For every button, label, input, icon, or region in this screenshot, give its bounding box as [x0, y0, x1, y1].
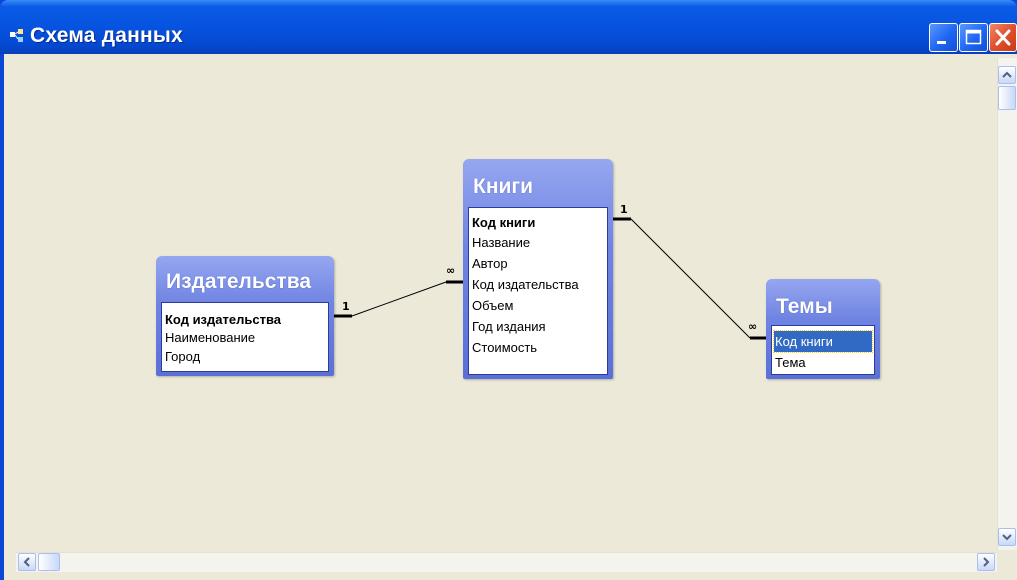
scroll-left-button[interactable] — [18, 553, 36, 571]
table-publishers[interactable]: Издательства Код издательства Наименован… — [156, 256, 334, 376]
field-item[interactable]: Код издательства — [471, 274, 605, 295]
field-item[interactable]: Объем — [471, 295, 605, 316]
chevron-left-icon — [23, 557, 30, 567]
scroll-right-button[interactable] — [977, 553, 995, 571]
table-themes[interactable]: Темы Код книги Тема — [766, 279, 880, 379]
scroll-up-button[interactable] — [998, 66, 1016, 84]
field-item[interactable]: Год издания — [471, 316, 605, 337]
table-title: Книги — [473, 175, 534, 198]
chevron-up-icon — [1002, 71, 1012, 78]
minimize-button[interactable] — [929, 23, 958, 52]
relationships-icon — [10, 29, 23, 42]
scroll-down-button[interactable] — [998, 528, 1016, 546]
table-books[interactable]: Книги Код книги Название Автор Код издат… — [463, 159, 613, 379]
vertical-scrollbar[interactable] — [997, 58, 1017, 550]
vertical-scroll-thumb[interactable] — [998, 86, 1016, 110]
chevron-down-icon — [1002, 534, 1012, 541]
field-item[interactable]: Код книги — [773, 330, 873, 353]
field-item[interactable]: Код книги — [471, 212, 605, 233]
field-item[interactable]: Тема — [774, 352, 872, 373]
maximize-icon — [965, 29, 982, 45]
close-button[interactable] — [989, 23, 1017, 52]
minimize-icon — [937, 41, 946, 44]
cardinality-many: ∞ — [446, 264, 456, 277]
field-item[interactable]: Автор — [471, 253, 605, 274]
close-icon — [995, 29, 1011, 46]
window-title: Схема данных — [30, 24, 183, 47]
field-item[interactable]: Название — [471, 232, 605, 253]
title-bar[interactable]: Схема данных — [0, 0, 1017, 54]
horizontal-scrollbar[interactable] — [16, 552, 997, 572]
field-item[interactable]: Стоимость — [471, 337, 605, 358]
table-title: Издательства — [166, 270, 312, 293]
relationships-window: Схема данных 1 ∞ 1 ∞ Издательства Код из… — [0, 0, 1017, 580]
maximize-button[interactable] — [959, 23, 988, 52]
cardinality-many: ∞ — [748, 320, 758, 333]
cardinality-one: 1 — [342, 300, 350, 313]
field-list[interactable]: Код издательства Наименование Город — [161, 302, 329, 372]
horizontal-scroll-thumb[interactable] — [38, 553, 60, 571]
field-list[interactable]: Код книги Название Автор Код издательств… — [468, 207, 608, 375]
field-list[interactable]: Код книги Тема — [771, 325, 875, 375]
field-item[interactable]: Город — [164, 346, 326, 367]
table-title: Темы — [776, 295, 833, 318]
field-item[interactable]: Наименование — [164, 327, 326, 348]
chevron-right-icon — [983, 557, 990, 567]
cardinality-one: 1 — [620, 203, 628, 216]
